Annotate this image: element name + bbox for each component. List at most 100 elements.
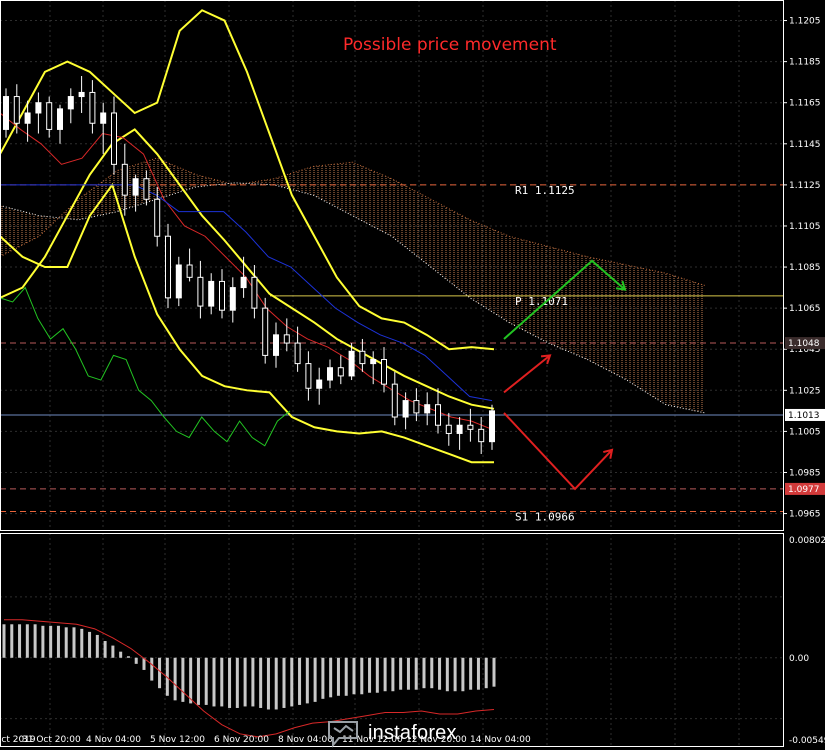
- candle-bull: [489, 410, 495, 443]
- price-tick-label: 1.1165: [789, 99, 821, 109]
- macd-bar: [72, 627, 76, 658]
- macd-bar: [313, 657, 317, 702]
- macd-bar: [2, 624, 6, 658]
- price-tag-label: 1.1013: [788, 411, 820, 421]
- logo-icon: [328, 721, 358, 748]
- logo-text: instaforex: [368, 721, 457, 744]
- macd-bar: [150, 657, 154, 681]
- macd-bar: [10, 624, 14, 658]
- macd-bar: [111, 645, 115, 658]
- macd-bar: [274, 657, 278, 710]
- candle-bear: [283, 334, 290, 344]
- price-tick-label: 1.0965: [789, 510, 821, 520]
- candle-bull: [35, 102, 42, 114]
- candle-bear: [186, 264, 193, 278]
- macd-bar: [321, 657, 325, 699]
- macd-bar: [329, 657, 333, 698]
- candle-bear: [435, 404, 441, 426]
- macd-bar: [80, 628, 84, 658]
- macd-bar: [220, 657, 224, 707]
- macd-bar: [290, 657, 294, 707]
- macd-bar: [196, 657, 200, 705]
- price-tick-label: 1.1145: [789, 140, 821, 150]
- candle-bull: [208, 280, 215, 307]
- macd-bar: [95, 634, 99, 658]
- macd-bar: [49, 625, 53, 658]
- chart-annotation: Possible price movement: [343, 35, 557, 55]
- candle-bull: [402, 400, 409, 418]
- macd-bar: [41, 625, 45, 658]
- time-tick-label: 5 Nov 12:00: [150, 735, 205, 745]
- macd-bar: [266, 657, 270, 710]
- price-tick-label: 1.1025: [789, 386, 821, 396]
- macd-bar: [158, 657, 162, 689]
- candle-bull: [132, 178, 139, 196]
- price-tick-label: 1.1085: [789, 263, 821, 273]
- macd-bar: [484, 657, 488, 689]
- candle-bear: [305, 363, 312, 389]
- candle-bull: [424, 404, 431, 414]
- candle-bear: [391, 383, 398, 418]
- time-tick-label: 14 Nov 04:00: [470, 735, 531, 745]
- price-tick-label: 1.1205: [789, 17, 821, 27]
- price-tick-label: 1.1105: [789, 222, 821, 232]
- price-tick-label: 1.1005: [789, 427, 821, 437]
- candle-bull: [456, 424, 463, 434]
- macd-bar: [476, 657, 480, 690]
- candle-bear: [219, 280, 225, 311]
- candle-bear: [165, 235, 171, 299]
- macd-bar: [173, 657, 177, 701]
- macd-bar: [445, 657, 449, 692]
- candle-bull: [348, 350, 355, 377]
- macd-bar: [422, 657, 426, 689]
- candle-bear: [337, 367, 344, 377]
- macd-bar: [438, 657, 442, 690]
- candle-bull: [78, 91, 85, 98]
- candle-bull: [175, 264, 182, 299]
- candle-bull: [273, 334, 279, 356]
- macd-bar: [56, 625, 60, 658]
- candle-bear: [197, 276, 204, 307]
- candle-bear: [359, 350, 366, 365]
- macd-bar: [344, 657, 348, 696]
- candle-bull: [327, 367, 333, 381]
- macd-tick-label: 0.00802: [789, 536, 825, 546]
- macd-bar: [492, 657, 496, 687]
- macd-bar: [25, 624, 29, 658]
- candle-bull: [229, 287, 236, 311]
- candle-bear: [46, 102, 53, 130]
- candle-bear: [413, 400, 420, 414]
- macd-bar: [336, 657, 340, 696]
- time-tick-label: 4 Nov 04:00: [86, 735, 141, 745]
- price-tick-label: 1.0985: [789, 468, 821, 478]
- macd-bar: [243, 657, 247, 707]
- macd-bar: [189, 657, 193, 704]
- candle-bull: [57, 108, 63, 130]
- macd-bar: [375, 657, 379, 693]
- price-tag-label: 1.0977: [788, 485, 820, 495]
- macd-bar: [430, 657, 434, 689]
- macd-bar: [134, 657, 138, 664]
- candle-bull: [67, 96, 74, 110]
- candle-bull: [3, 96, 9, 130]
- time-tick-label: 31 Oct 20:00: [22, 735, 81, 745]
- macd-bar: [259, 657, 263, 708]
- macd-bar: [469, 657, 473, 690]
- candle-bear: [121, 163, 128, 196]
- macd-bar: [181, 657, 185, 702]
- candle-bull: [24, 112, 31, 124]
- macd-bar: [399, 657, 403, 690]
- candle-bull: [240, 276, 247, 289]
- macd-bar: [352, 657, 356, 695]
- macd-bar: [119, 651, 123, 658]
- macd-bar: [18, 624, 22, 658]
- macd-bar: [204, 657, 208, 705]
- candle-bull: [100, 112, 107, 124]
- macd-bar: [235, 657, 239, 708]
- candle-bear: [467, 424, 474, 430]
- macd-tick-label: -0.00549: [789, 736, 825, 746]
- instaforex-logo: instaforex: [326, 718, 457, 748]
- candle-bear: [251, 276, 258, 309]
- macd-bar: [360, 657, 364, 695]
- macd-bar: [64, 627, 68, 658]
